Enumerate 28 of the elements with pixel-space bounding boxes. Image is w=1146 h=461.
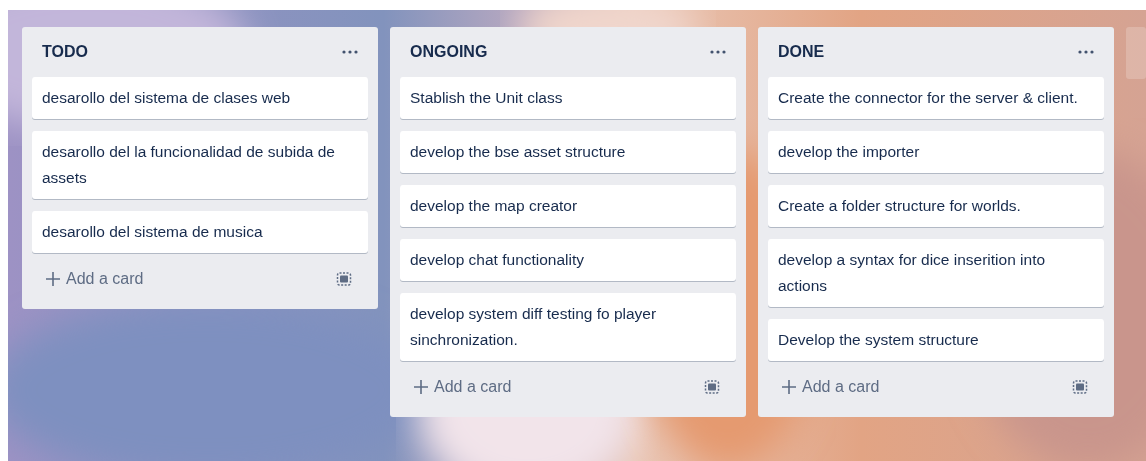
task-card[interactable]: develop the map creator <box>400 185 736 227</box>
list-title: DONE <box>778 42 825 62</box>
task-card[interactable]: Create a folder structure for worlds. <box>768 185 1104 227</box>
template-icon[interactable] <box>336 271 352 287</box>
more-options-icon[interactable] <box>710 50 726 54</box>
plus-icon <box>46 272 60 286</box>
task-card[interactable]: develop chat functionality <box>400 239 736 281</box>
task-card[interactable]: Develop the system structure <box>768 319 1104 361</box>
template-icon[interactable] <box>704 379 720 395</box>
task-card[interactable]: Create the connector for the server & client. <box>768 77 1104 119</box>
task-card[interactable]: develop the bse asset structure <box>400 131 736 173</box>
template-icon[interactable] <box>1072 379 1088 395</box>
more-options-icon[interactable] <box>1078 50 1094 54</box>
more-options-icon[interactable] <box>342 50 358 54</box>
list-title: ONGOING <box>410 42 488 62</box>
task-card[interactable]: develop a syntax for dice inserition into actions <box>768 239 1104 307</box>
task-card[interactable]: develop system diff testing fo player sinchronization. <box>400 293 736 361</box>
task-card[interactable]: Stablish the Unit class <box>400 77 736 119</box>
list-title: TODO <box>42 42 88 62</box>
add-card-button[interactable]: Add a card <box>782 375 880 399</box>
task-card[interactable]: desarollo del sistema de clases web <box>32 77 368 119</box>
plus-icon <box>414 380 428 394</box>
plus-icon <box>782 380 796 394</box>
add-card-button[interactable]: Add a card <box>414 375 512 399</box>
task-card[interactable]: develop the importer <box>768 131 1104 173</box>
task-card[interactable]: desarollo del la funcionalidad de subida de assets <box>32 131 368 199</box>
task-card[interactable]: desarollo del sistema de musica <box>32 211 368 253</box>
add-card-button[interactable]: Add a card <box>46 267 144 291</box>
